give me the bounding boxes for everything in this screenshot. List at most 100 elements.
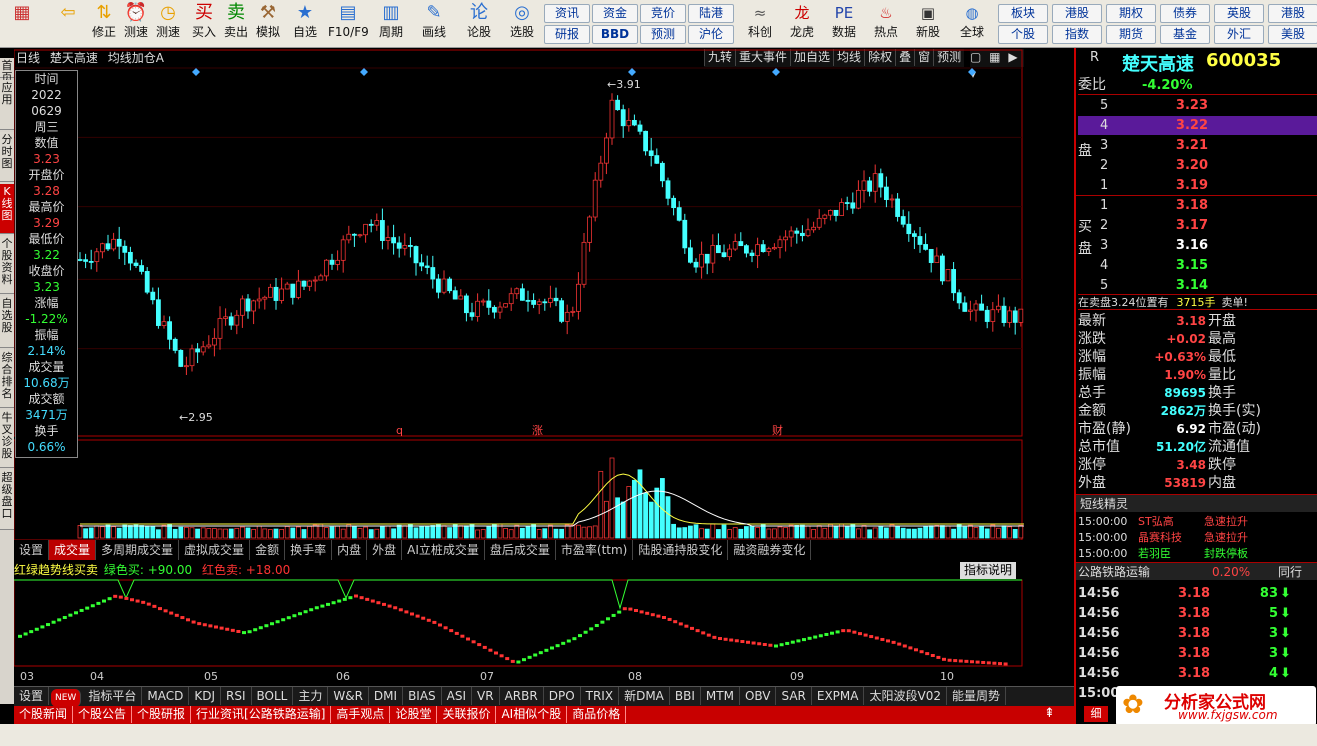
quick-button-7[interactable]: 沪伦: [688, 25, 734, 44]
app-button-4[interactable]: ▣ 新股: [908, 2, 948, 46]
indicator-tab-2[interactable]: 指标平台: [83, 687, 143, 705]
toolbar-button-0[interactable]: ▦: [4, 2, 40, 46]
ask-row[interactable]: 4 3.22: [1078, 116, 1317, 135]
quick-button-5[interactable]: BBD: [592, 25, 638, 44]
app-button-3[interactable]: ♨ 热点: [866, 2, 906, 46]
market-button-7[interactable]: 指数: [1052, 25, 1102, 44]
ask-row[interactable]: 1 3.19: [1078, 176, 1317, 195]
bid-row[interactable]: 2 3.17: [1078, 216, 1317, 235]
toolbar-button-3[interactable]: ⏰ 测速: [120, 2, 152, 46]
quick-button-2[interactable]: 竞价: [640, 4, 686, 23]
side-tab-5[interactable]: 自选股: [0, 296, 14, 348]
toolbar-button-13[interactable]: ◎ 选股: [500, 2, 544, 46]
volume-menu-item-0[interactable]: 设置: [14, 540, 50, 560]
diamond-marker[interactable]: [360, 68, 368, 76]
side-tab-6[interactable]: 综合排名: [0, 350, 14, 408]
bid-row[interactable]: 5 3.14: [1078, 276, 1317, 295]
info-tab-4[interactable]: 高手观点: [331, 706, 391, 723]
toolbar-button-4[interactable]: ◷ 测速: [152, 2, 184, 46]
market-button-6[interactable]: 个股: [998, 25, 1048, 44]
indicator-tab-1[interactable]: NEW: [51, 689, 82, 707]
quick-button-6[interactable]: 预测: [640, 25, 686, 44]
market-button-5[interactable]: 港股: [1268, 4, 1317, 23]
quick-button-0[interactable]: 资讯: [544, 4, 590, 23]
indicator-explain-button[interactable]: 指标说明: [960, 562, 1017, 579]
market-button-2[interactable]: 期权: [1106, 4, 1156, 23]
volume-menu-item-4[interactable]: 金额: [250, 540, 286, 560]
app-button-5[interactable]: ◍ 全球: [952, 2, 992, 46]
volume-menu-item-10[interactable]: 市盈率(ttm): [556, 540, 634, 560]
info-tab-6[interactable]: 关联报价: [437, 706, 497, 723]
bid-row[interactable]: 3 3.16: [1078, 236, 1317, 255]
market-button-8[interactable]: 期货: [1106, 25, 1156, 44]
app-button-2[interactable]: PE 数据: [824, 2, 864, 46]
indicator-tab-21[interactable]: EXPMA: [812, 687, 865, 705]
info-tab-7[interactable]: AI相似个股: [496, 706, 568, 723]
toolbar-button-2[interactable]: ⇅ 修正: [88, 2, 120, 46]
info-tab-1[interactable]: 个股公告: [73, 706, 133, 723]
side-tab-0[interactable]: 首页: [0, 58, 14, 84]
side-tab-1[interactable]: 应用: [0, 80, 14, 130]
indicator-tab-10[interactable]: BIAS: [403, 687, 442, 705]
info-tab-3[interactable]: 行业资讯[公路铁路运输]: [191, 706, 332, 723]
volume-menu-item-1[interactable]: 成交量: [49, 540, 97, 560]
toolbar-button-7[interactable]: ⚒ 模拟: [252, 2, 284, 46]
short-line-row[interactable]: 15:00:00 ST弘高 急速拉升: [1078, 514, 1317, 530]
kline-chart[interactable]: 3.963.753.543.323.11←3.91←2.95q涨财1520376…: [14, 48, 1024, 684]
indicator-tab-20[interactable]: SAR: [776, 687, 812, 705]
indicator-tab-18[interactable]: MTM: [701, 687, 740, 705]
event-mark[interactable]: 财: [772, 423, 783, 437]
market-button-3[interactable]: 债券: [1160, 4, 1210, 23]
peer-button[interactable]: 同行: [1278, 563, 1302, 581]
bid-row[interactable]: 4 3.15: [1078, 256, 1317, 275]
market-button-9[interactable]: 基金: [1160, 25, 1210, 44]
volume-menu-item-6[interactable]: 内盘: [332, 540, 368, 560]
side-tab-7[interactable]: 牛叉诊股: [0, 410, 14, 468]
indicator-tab-0[interactable]: 设置: [14, 687, 50, 705]
indicator-tab-12[interactable]: VR: [472, 687, 500, 705]
toolbar-button-5[interactable]: 买买入: [188, 2, 220, 46]
indicator-tab-23[interactable]: 能量周势: [947, 687, 1006, 705]
side-tab-4[interactable]: 个股资料: [0, 236, 14, 294]
indicator-tab-22[interactable]: 太阳波段V02: [864, 687, 947, 705]
volume-menu-item-8[interactable]: AI立桩成交量: [402, 540, 485, 560]
market-button-1[interactable]: 港股: [1052, 4, 1102, 23]
side-tab-8[interactable]: 超级盘口: [0, 470, 14, 530]
toolbar-button-9[interactable]: ▤ F10/F9: [328, 2, 369, 46]
info-tab-8[interactable]: 商品价格: [567, 706, 627, 723]
short-line-row[interactable]: 15:00:00 晶赛科技 急速拉升: [1078, 530, 1317, 546]
short-line-row[interactable]: 15:00:00 若羽臣 封跌停板: [1078, 546, 1317, 562]
indicator-tab-3[interactable]: MACD: [142, 687, 190, 705]
indicator-tab-14[interactable]: DPO: [544, 687, 581, 705]
market-button-10[interactable]: 外汇: [1214, 25, 1264, 44]
volume-menu-item-7[interactable]: 外盘: [367, 540, 403, 560]
indicator-tab-7[interactable]: 主力: [293, 687, 329, 705]
ask-row[interactable]: 2 3.20: [1078, 156, 1317, 175]
indicator-tab-19[interactable]: OBV: [740, 687, 777, 705]
volume-menu-item-5[interactable]: 换手率: [285, 540, 333, 560]
indicator-tab-5[interactable]: RSI: [221, 687, 252, 705]
indicator-tab-8[interactable]: W&R: [328, 687, 369, 705]
indicator-tab-4[interactable]: KDJ: [189, 687, 221, 705]
diamond-marker[interactable]: [968, 68, 976, 76]
indicator-tab-11[interactable]: ASI: [442, 687, 473, 705]
indicator-tab-17[interactable]: BBI: [670, 687, 701, 705]
volume-menu-item-11[interactable]: 陆股通持股变化: [633, 540, 729, 560]
toolbar-button-6[interactable]: 卖卖出: [220, 2, 252, 46]
indicator-tab-6[interactable]: BOLL: [252, 687, 294, 705]
indicator-tab-13[interactable]: ARBR: [500, 687, 544, 705]
diamond-marker[interactable]: [628, 68, 636, 76]
toolbar-button-12[interactable]: 论论股: [462, 2, 496, 46]
diamond-marker[interactable]: [772, 68, 780, 76]
toolbar-button-10[interactable]: ▥ 周期: [372, 2, 410, 46]
detail-button[interactable]: 细: [1084, 706, 1108, 722]
sector-name[interactable]: 公路铁路运输: [1078, 565, 1150, 579]
scroll-top-icon[interactable]: ⇞: [1044, 706, 1055, 721]
event-mark[interactable]: q: [396, 424, 403, 437]
quick-button-3[interactable]: 陆港: [688, 4, 734, 23]
market-button-4[interactable]: 英股: [1214, 4, 1264, 23]
app-button-1[interactable]: 龙龙虎: [782, 2, 822, 46]
toolbar-button-1[interactable]: ⇦: [50, 2, 86, 46]
event-mark[interactable]: 涨: [532, 424, 543, 437]
volume-menu-item-3[interactable]: 虚拟成交量: [179, 540, 251, 560]
